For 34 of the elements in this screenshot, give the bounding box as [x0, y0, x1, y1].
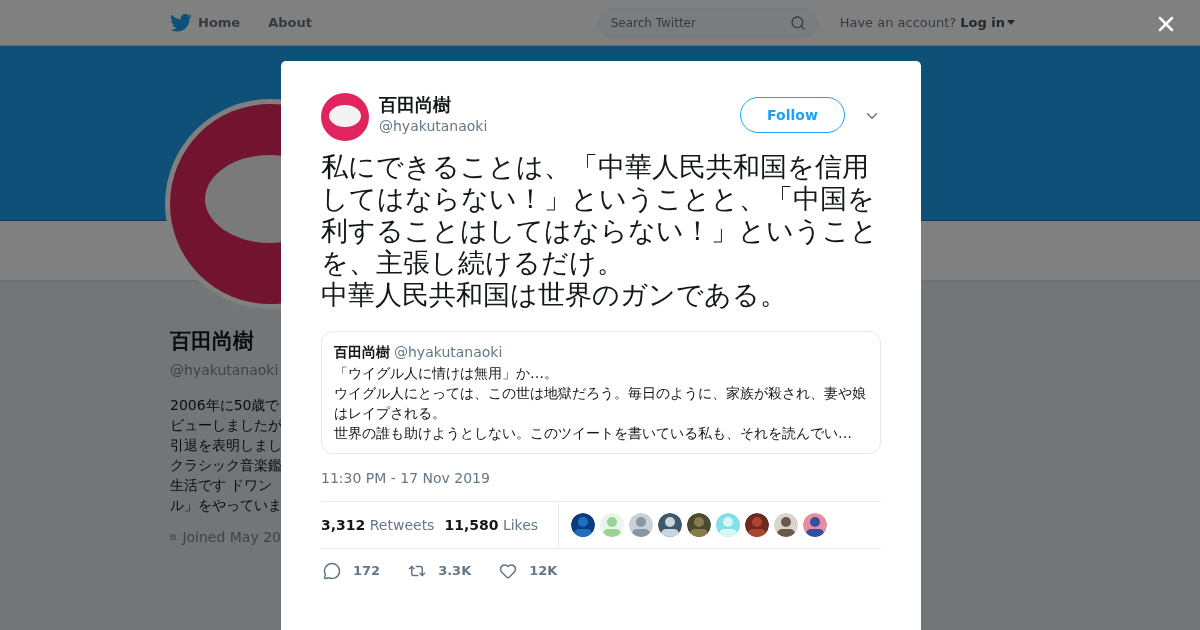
bio-line: ビューしましたが — [170, 415, 281, 435]
quoted-tweet[interactable]: 百田尚樹 @hyakutanaoki 「ウイグル人に情けは無用」か…。 ウイグル人にとっては、この世は地獄だろう。毎日のように、家族が殺され、妻や娘はレイプされる。 世界の誰も助けようとしない。このツイートを書いている私も、それを読んでい… — [321, 331, 881, 454]
nav-link[interactable]: Home — [198, 12, 241, 33]
tweet-text: 私にできることは、「中華人民共和国を信用してはならない！」ということと、「中国を利することはしてはならない！」ということを、主張し続けるだけ。 — [321, 151, 879, 279]
bio-line: ル」をやっていま — [170, 495, 281, 515]
quoted-text: 「ウイグル人に情けは無用」か…。 — [334, 364, 559, 383]
caret-icon — [1007, 20, 1015, 25]
bio-line: 生活です ドワン — [170, 475, 274, 495]
search-icon[interactable] — [789, 14, 806, 31]
tweet-text: 中華人民共和国は世界のガンである。 — [321, 279, 788, 311]
avatar-icon — [321, 93, 369, 141]
quoted-author-name: 百田尚樹 — [334, 343, 390, 362]
quoted-text: ウイグル人にとっては、この世は地獄だろう。毎日のように、家族が殺され、妻や娘はレイプされる。 — [334, 384, 867, 423]
like-button[interactable]: 12K — [499, 561, 558, 581]
retweet-button[interactable]: 3.3K — [408, 561, 472, 581]
author-handle[interactable]: @hyakutanaoki — [379, 116, 488, 137]
quoted-text: 世界の誰も助けようとしない。このツイートを書いている私も、それを読んでい… — [334, 424, 853, 443]
profile-name: 百田尚樹 — [170, 328, 255, 355]
bird-icon[interactable] — [170, 13, 192, 32]
tweet-timestamp: 11:30 PM - 17 Nov 2019 — [321, 469, 491, 488]
account-prompt: Have an account? — [839, 13, 957, 32]
author-name[interactable]: 百田尚樹 — [379, 94, 488, 116]
reply-button[interactable]: 172 — [323, 561, 381, 581]
login-link[interactable]: Log in — [960, 12, 1005, 33]
stat-link[interactable]: 11,580 Likes — [444, 514, 539, 536]
heart-icon — [499, 561, 518, 580]
stat-link[interactable]: 3,312 Retweets — [321, 514, 435, 536]
speech-bubble-icon — [323, 561, 341, 580]
bio-line: クラシック音楽鑑 — [170, 455, 281, 475]
nav-link[interactable]: About — [268, 12, 312, 33]
bio-line: 2006年に50歳で — [170, 395, 281, 415]
quoted-author-handle: @hyakutanaoki — [394, 343, 503, 362]
bio-line: 引退を表明しまし — [170, 435, 281, 455]
search-field[interactable]: Search Twitter — [597, 7, 818, 38]
